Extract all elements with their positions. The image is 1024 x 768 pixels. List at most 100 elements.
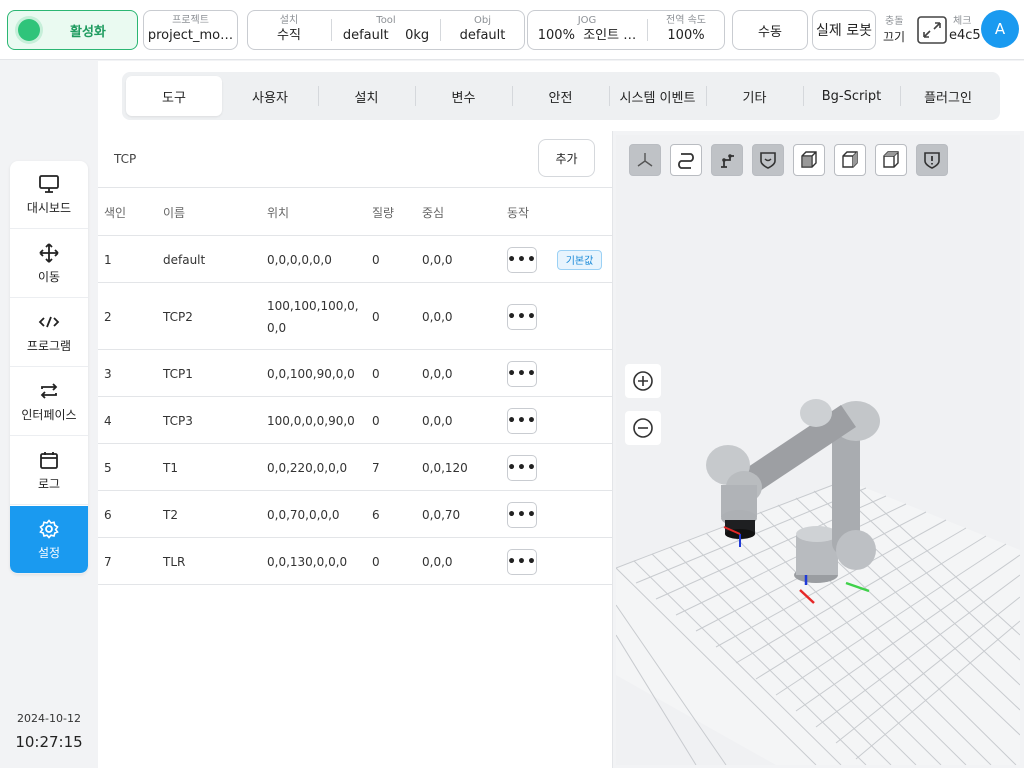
tab-user[interactable]: 사용자 xyxy=(222,76,318,116)
tool-selector[interactable]: Tool default 0kg xyxy=(332,11,440,49)
panel-title: TCP xyxy=(114,152,137,166)
manual-button[interactable]: 수동 xyxy=(732,10,808,50)
expand-icon[interactable] xyxy=(917,16,947,44)
tab-plugin[interactable]: 플러그인 xyxy=(900,76,996,116)
nav-label-settings: 설정 xyxy=(37,546,61,560)
status-dot-icon xyxy=(18,19,40,41)
row-more-button[interactable]: ••• xyxy=(507,246,537,273)
project-value: project_mo… xyxy=(147,28,234,43)
jog-selector[interactable]: JOG 100% 조인트 … xyxy=(528,11,646,49)
row-center: 0,0,0 xyxy=(422,366,453,381)
tab-other[interactable]: 기타 xyxy=(706,76,803,116)
nav-label-program: 프로그램 xyxy=(26,339,72,353)
tool-label: Tool xyxy=(376,15,396,26)
table-row[interactable]: 4 TCP3 100,0,0,0,90,0 0 0,0,0 ••• xyxy=(98,397,613,444)
project-label: 프로젝트 xyxy=(172,15,209,26)
install-selector[interactable]: 설치 수직 xyxy=(248,11,330,49)
row-name: TCP1 xyxy=(163,366,193,381)
jog-mode: 조인트 … xyxy=(583,28,637,43)
row-more-button[interactable]: ••• xyxy=(507,407,537,434)
obj-value: default xyxy=(459,28,506,43)
row-position: 0,0,0,0,0,0 xyxy=(267,252,332,267)
jog-label: JOG xyxy=(577,15,597,26)
gear-icon xyxy=(38,518,60,540)
column-header-center: 중심 xyxy=(422,206,445,220)
global-speed-value: 100% xyxy=(667,28,705,43)
nav-item-log[interactable]: 로그 xyxy=(10,437,88,505)
row-name: TLR xyxy=(163,554,186,569)
tab-bg-script[interactable]: Bg-Script xyxy=(803,76,900,116)
move-icon xyxy=(38,242,60,264)
clock-time: 10:27:15 xyxy=(15,733,83,751)
tab-system-events[interactable]: 시스템 이벤트 xyxy=(609,76,706,116)
row-center: 0,0,0 xyxy=(422,413,453,428)
row-index: 3 xyxy=(104,366,112,381)
column-header-index: 색인 xyxy=(104,206,127,220)
nav-label-move: 이동 xyxy=(37,270,61,284)
settings-tabs: 도구 사용자 설치 변수 안전 시스템 이벤트 기타 Bg-Script 플러그… xyxy=(122,72,1000,120)
column-header-mass: 질량 xyxy=(372,206,395,220)
jog-percent: 100% xyxy=(537,28,575,43)
row-position: 0,0,130,0,0,0 xyxy=(267,554,348,569)
table-row[interactable]: 5 T1 0,0,220,0,0,0 7 0,0,120 ••• xyxy=(98,444,613,491)
row-position: 100,100,100,0, 0,0 xyxy=(267,298,359,335)
install-label: 설치 xyxy=(279,15,299,26)
robot-3d-view[interactable] xyxy=(616,135,1020,765)
clock-date: 2024-10-12 xyxy=(17,712,81,725)
table-row[interactable]: 7 TLR 0,0,130,0,0,0 0 0,0,0 ••• xyxy=(98,538,613,585)
nav-item-interface[interactable]: 인터페이스 xyxy=(10,368,88,436)
row-more-button[interactable]: ••• xyxy=(507,548,537,575)
row-center: 0,0,0 xyxy=(422,554,453,569)
table-row[interactable]: 3 TCP1 0,0,100,90,0,0 0 0,0,0 ••• xyxy=(98,350,613,397)
jog-speed-group: JOG 100% 조인트 … 전역 속도 100% xyxy=(527,10,725,50)
settings-tabs-area: 도구 사용자 설치 변수 안전 시스템 이벤트 기타 Bg-Script 플러그… xyxy=(98,61,1024,131)
install-tool-obj-group: 설치 수직 Tool default 0kg Obj default xyxy=(247,10,525,50)
tab-safety[interactable]: 안전 xyxy=(512,76,609,116)
avatar[interactable]: A xyxy=(981,10,1019,48)
check-label: 체크 xyxy=(953,16,972,27)
row-more-button[interactable]: ••• xyxy=(507,454,537,481)
row-index: 7 xyxy=(104,554,112,569)
global-speed-selector[interactable]: 전역 속도 100% xyxy=(648,11,724,49)
nav-item-program[interactable]: 프로그램 xyxy=(10,299,88,367)
nav-item-move[interactable]: 이동 xyxy=(10,230,88,298)
table-row[interactable]: 6 T2 0,0,70,0,0,0 6 0,0,70 ••• xyxy=(98,491,613,538)
obj-label: Obj xyxy=(474,15,491,26)
tool-mass: 0kg xyxy=(405,28,430,43)
tool-value: default xyxy=(342,28,389,43)
nav-label-dashboard: 대시보드 xyxy=(26,201,72,215)
global-speed-label: 전역 속도 xyxy=(666,15,706,26)
tab-tool[interactable]: 도구 xyxy=(126,76,222,116)
row-center: 0,0,0 xyxy=(422,252,453,267)
row-more-button[interactable]: ••• xyxy=(507,360,537,387)
row-more-button[interactable]: ••• xyxy=(507,303,537,330)
row-index: 2 xyxy=(104,309,112,324)
calendar-icon xyxy=(38,449,60,471)
row-position: 0,0,70,0,0,0 xyxy=(267,507,340,522)
row-index: 1 xyxy=(104,252,112,267)
add-tcp-button[interactable]: 추가 xyxy=(538,139,595,177)
row-name: T1 xyxy=(163,460,178,475)
row-position: 0,0,220,0,0,0 xyxy=(267,460,348,475)
code-icon xyxy=(38,311,60,333)
project-selector[interactable]: 프로젝트 project_mo… xyxy=(143,10,238,50)
table-row[interactable]: 2 TCP2 100,100,100,0, 0,0 0 0,0,0 ••• xyxy=(98,283,613,350)
real-robot-button[interactable]: 실제 로봇 xyxy=(812,10,876,50)
nav-item-settings[interactable]: 설정 xyxy=(10,506,88,574)
table-row[interactable]: 1 default 0,0,0,0,0,0 0 0,0,0 ••• 기본값 xyxy=(98,236,613,283)
row-mass: 6 xyxy=(372,507,380,522)
row-more-button[interactable]: ••• xyxy=(507,501,537,528)
activate-button[interactable]: 활성화 xyxy=(7,10,138,50)
tcp-panel: TCP 추가 색인 이름 위치 질량 중심 동작 1 default 0,0,0,0… xyxy=(98,131,613,768)
collision-value[interactable]: 끄기 xyxy=(883,28,905,45)
tab-variables[interactable]: 변수 xyxy=(415,76,512,116)
nav-item-dashboard[interactable]: 대시보드 xyxy=(10,161,88,229)
row-name: default xyxy=(163,252,206,267)
obj-selector[interactable]: Obj default xyxy=(441,11,524,49)
swap-icon xyxy=(38,380,60,402)
tab-install[interactable]: 설치 xyxy=(318,76,415,116)
check-value: e4c5 xyxy=(949,28,981,43)
collision-label: 충돌 xyxy=(885,16,904,27)
nav-label-log: 로그 xyxy=(37,477,61,491)
row-center: 0,0,70 xyxy=(422,507,461,522)
